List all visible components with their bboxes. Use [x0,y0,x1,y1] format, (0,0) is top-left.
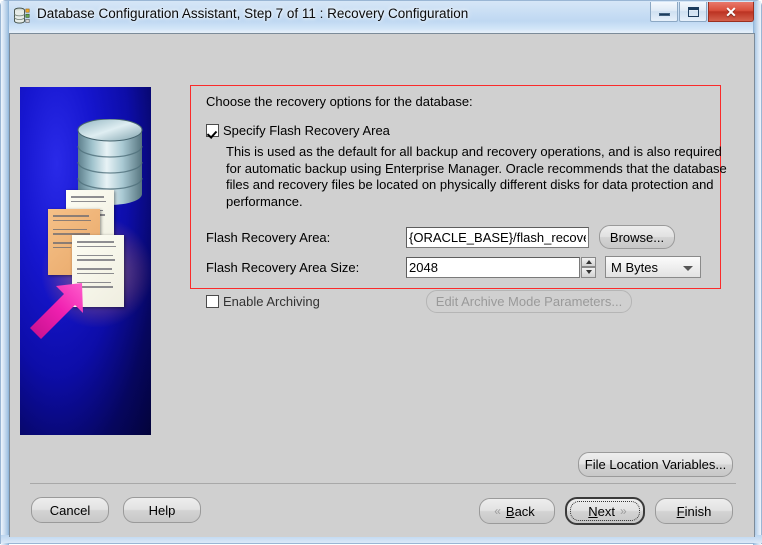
specify-flash-recovery-area-label: Specify Flash Recovery Area [223,123,390,138]
size-stepper[interactable] [581,256,596,278]
footer-divider [30,483,736,484]
flash-recovery-area-label: Flash Recovery Area: [206,229,331,245]
stepper-up-icon[interactable] [581,256,596,267]
footer-right-buttons: « Back Next » Finish [479,497,733,525]
application-window: Database Configuration Assistant, Step 7… [0,0,762,545]
enable-archiving-label: Enable Archiving [223,294,320,309]
specify-flash-recovery-area-checkbox[interactable] [206,124,219,137]
field-group: Flash Recovery Area: Browse... Flash Rec… [206,225,736,313]
flash-recovery-area-size-row: Flash Recovery Area Size: M Bytes [206,256,736,278]
chevron-left-icon: « [494,504,501,518]
next-button[interactable]: Next » [565,497,645,525]
finish-button[interactable]: Finish [655,498,733,524]
magenta-arrow-icon [30,283,83,339]
specify-flash-recovery-area-row[interactable]: Specify Flash Recovery Area [206,123,736,138]
flash-recovery-area-size-input[interactable] [406,256,580,278]
enable-archiving-checkbox[interactable] [206,295,219,308]
back-button-label: Back [505,503,535,519]
recovery-options-section: Choose the recovery options for the data… [206,84,736,313]
flash-recovery-area-size-label: Flash Recovery Area Size: [206,259,360,275]
edit-archive-mode-parameters-button: Edit Archive Mode Parameters... [426,290,632,313]
size-unit-select[interactable]: M Bytes [605,256,701,278]
window-frame-left [1,1,9,545]
focus-indicator [570,501,640,521]
window-title: Database Configuration Assistant, Step 7… [37,6,469,21]
close-icon: ✕ [725,3,737,20]
file-location-variables-button[interactable]: File Location Variables... [578,452,733,477]
enable-archiving-row: Enable Archiving Edit Archive Mode Param… [206,290,736,313]
title-bar[interactable]: Database Configuration Assistant, Step 7… [1,1,762,31]
flash-recovery-area-input[interactable] [406,226,589,248]
close-button[interactable]: ✕ [708,2,754,22]
section-prompt: Choose the recovery options for the data… [206,94,473,109]
dialog-panel: Choose the recovery options for the data… [9,33,755,537]
cancel-button[interactable]: Cancel [31,497,109,523]
minimize-button[interactable] [650,2,678,22]
browse-button[interactable]: Browse... [599,225,675,249]
database-icon [14,7,30,24]
flash-recovery-area-row: Flash Recovery Area: Browse... [206,225,736,249]
help-button[interactable]: Help [123,497,201,523]
maximize-button[interactable] [679,2,707,22]
footer-left-buttons: Cancel Help [31,497,201,523]
stepper-down-icon[interactable] [581,267,596,278]
flash-recovery-description: This is used as the default for all back… [226,144,727,209]
minimize-icon [658,13,670,16]
back-button[interactable]: « Back [479,498,555,524]
chevron-down-icon [683,266,693,271]
size-unit-value: M Bytes [611,259,658,275]
maximize-icon [687,6,699,17]
window-controls: ✕ [650,2,754,22]
wizard-banner-image [20,87,151,435]
